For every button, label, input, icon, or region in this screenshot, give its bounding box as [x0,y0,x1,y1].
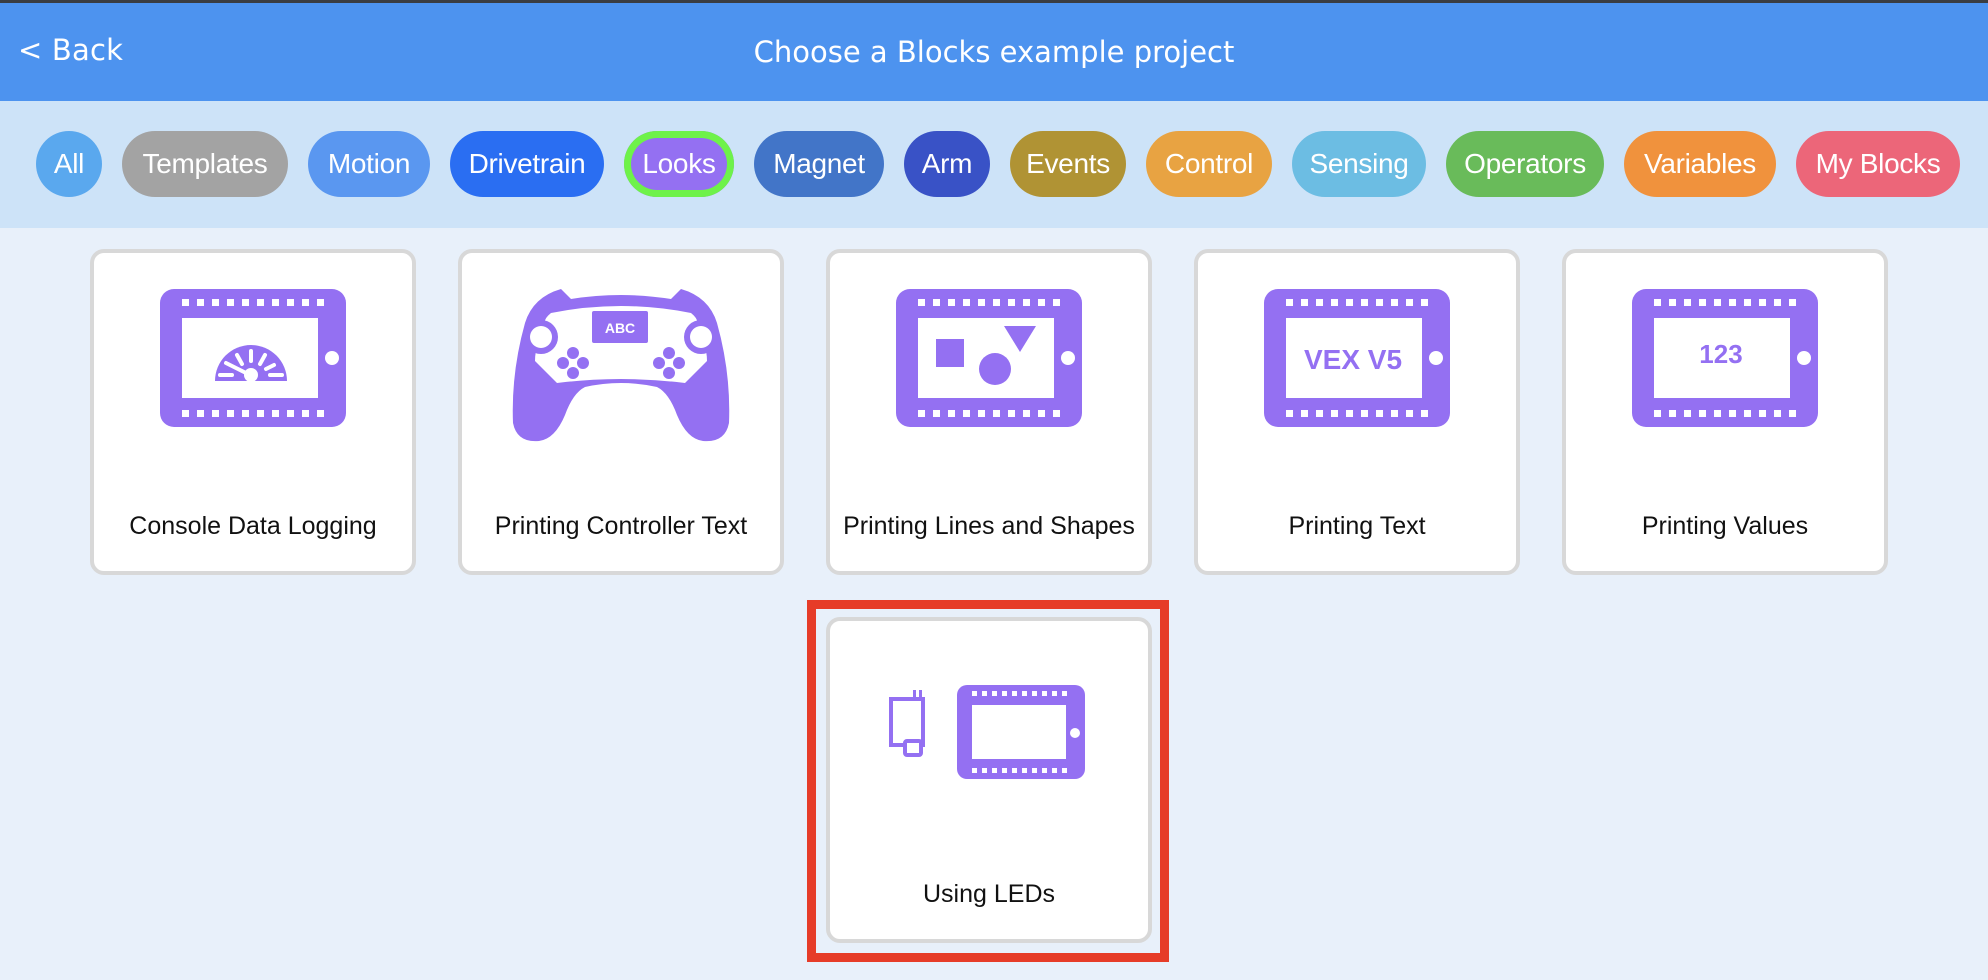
chip-label: Events [1026,148,1110,179]
filter-chip-variables[interactable]: Variables [1624,131,1776,197]
brain-screen-icon [957,685,1085,779]
filter-chip-looks[interactable]: Looks [624,131,734,197]
filter-chip-events[interactable]: Events [1010,131,1126,197]
chip-label: Operators [1464,148,1586,179]
brain-screen-text-icon: VEX V5 [1198,289,1516,439]
brain-screen-values-icon: 123 [1566,289,1884,439]
chip-label: All [53,148,85,179]
header-bar: < Back Choose a Blocks example project [0,3,1988,101]
filter-chip-drivetrain[interactable]: Drivetrain [450,131,604,197]
filter-chip-sensing[interactable]: Sensing [1292,131,1426,197]
filter-chip-arm[interactable]: Arm [904,131,990,197]
chip-label: Arm [921,148,973,179]
project-card-printing-text[interactable]: VEX V5 Printing Text [1194,249,1520,575]
category-filter-bar: All Templates Motion Drivetrain Looks Ma… [0,101,1988,228]
chip-label: My Blocks [1815,148,1941,179]
filter-chip-magnet[interactable]: Magnet [754,131,884,197]
led-and-brain-screen-icon [830,685,1148,835]
project-card-console-data-logging[interactable]: Console Data Logging [90,249,416,575]
project-card-label: Printing Lines and Shapes [843,512,1135,540]
filter-chip-templates[interactable]: Templates [122,131,288,197]
filter-chip-my-blocks[interactable]: My Blocks [1796,131,1960,197]
filter-chip-all[interactable]: All [36,131,102,197]
project-card-printing-lines-and-shapes[interactable]: Printing Lines and Shapes [826,249,1152,575]
chip-label: Templates [142,148,268,179]
brain-screen-shapes-icon [830,289,1148,439]
chip-label: Variables [1644,148,1756,179]
screen-value: 123 [1699,339,1742,369]
project-card-label: Printing Values [1641,512,1809,540]
project-card-label: Printing Controller Text [494,512,748,540]
project-card-label: Console Data Logging [129,512,377,540]
screen-text: VEX V5 [1304,344,1402,375]
project-card-printing-controller-text[interactable]: ABC Printing Controller Text [458,249,784,575]
project-card-printing-values[interactable]: 123 Printing Values [1562,249,1888,575]
filter-chip-motion[interactable]: Motion [308,131,430,197]
page-title: Choose a Blocks example project [753,35,1235,69]
project-card-label: Using LEDs [923,880,1055,908]
chip-label: Drivetrain [468,148,586,179]
chip-label: Looks [642,148,716,179]
chip-label: Sensing [1309,148,1409,179]
chip-label: Magnet [773,148,865,179]
led-icon [889,690,925,757]
project-card-using-leds[interactable]: Using LEDs [826,617,1152,943]
controller-screen-text: ABC [605,320,635,336]
filter-chip-operators[interactable]: Operators [1446,131,1604,197]
filter-chip-control[interactable]: Control [1146,131,1272,197]
brain-screen-gauge-icon [94,289,412,439]
controller-abc-icon: ABC [462,283,780,442]
chip-label: Control [1164,148,1254,179]
project-card-label: Printing Text [1288,512,1426,540]
chip-label: Motion [327,148,411,179]
